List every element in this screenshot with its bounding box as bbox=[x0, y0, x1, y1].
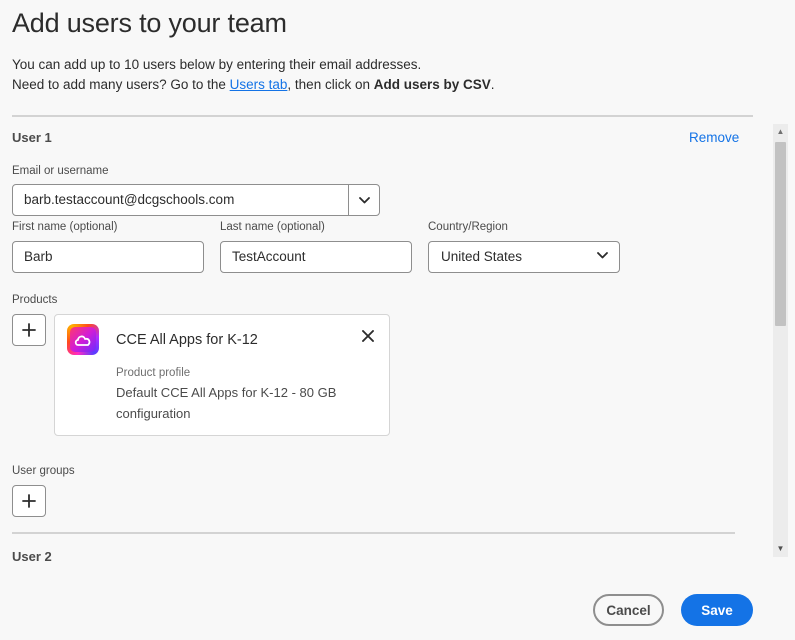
remove-product-button[interactable] bbox=[358, 326, 378, 346]
add-users-by-csv-text: Add users by CSV bbox=[373, 77, 491, 92]
users-form-scroll-area[interactable]: User 1 Remove Email or username barb.tes… bbox=[0, 117, 770, 563]
chevron-down-icon bbox=[358, 196, 370, 203]
scrollbar-thumb[interactable] bbox=[775, 142, 786, 326]
users-tab-link[interactable]: Users tab bbox=[230, 77, 288, 92]
plus-icon bbox=[22, 494, 36, 508]
chevron-down-icon bbox=[597, 252, 608, 259]
plus-icon bbox=[22, 323, 36, 337]
country-label: Country/Region bbox=[428, 221, 508, 233]
scroll-down-arrow-icon[interactable]: ▼ bbox=[773, 543, 788, 555]
product-card: CCE All Apps for K-12 Product profile De… bbox=[54, 314, 390, 436]
first-name-label: First name (optional) bbox=[12, 221, 118, 233]
products-label: Products bbox=[12, 294, 58, 306]
add-user-group-button[interactable] bbox=[12, 485, 46, 517]
intro-line-2: Need to add many users? Go to the Users … bbox=[12, 75, 495, 95]
user-groups-label: User groups bbox=[12, 465, 75, 477]
cancel-button[interactable]: Cancel bbox=[593, 594, 664, 626]
email-label: Email or username bbox=[12, 165, 109, 177]
first-name-field[interactable]: Barb bbox=[12, 241, 204, 273]
vertical-scrollbar[interactable]: ▲ ▼ bbox=[773, 124, 788, 557]
intro-line-2-end: . bbox=[490, 77, 495, 92]
intro-text: You can add up to 10 users below by ente… bbox=[12, 55, 495, 95]
country-picker[interactable]: United States bbox=[428, 241, 620, 273]
user-divider bbox=[12, 532, 735, 534]
country-value: United States bbox=[441, 249, 523, 264]
user-1-heading: User 1 bbox=[12, 130, 52, 145]
add-product-button[interactable] bbox=[12, 314, 46, 346]
product-profile-value: Default CCE All Apps for K-12 - 80 GB co… bbox=[116, 385, 337, 421]
intro-line-2-middle: , then click on bbox=[287, 77, 374, 92]
scroll-up-arrow-icon[interactable]: ▲ bbox=[773, 126, 788, 138]
creative-cloud-icon bbox=[67, 324, 99, 355]
save-button[interactable]: Save bbox=[681, 594, 753, 626]
intro-line-1: You can add up to 10 users below by ente… bbox=[12, 57, 422, 72]
remove-user-1-button[interactable]: Remove bbox=[689, 130, 739, 145]
close-icon bbox=[362, 330, 374, 342]
product-name: CCE All Apps for K-12 bbox=[116, 332, 258, 348]
email-field[interactable]: barb.testaccount@dcgschools.com bbox=[12, 184, 350, 216]
last-name-field[interactable]: TestAccount bbox=[220, 241, 412, 273]
user-2-heading: User 2 bbox=[12, 549, 52, 563]
email-dropdown-button[interactable] bbox=[348, 184, 380, 216]
product-profile-label: Product profile bbox=[116, 367, 191, 379]
intro-line-2-prefix: Need to add many users? Go to the bbox=[12, 77, 230, 92]
dialog-title: Add users to your team bbox=[12, 8, 287, 38]
last-name-label: Last name (optional) bbox=[220, 221, 325, 233]
